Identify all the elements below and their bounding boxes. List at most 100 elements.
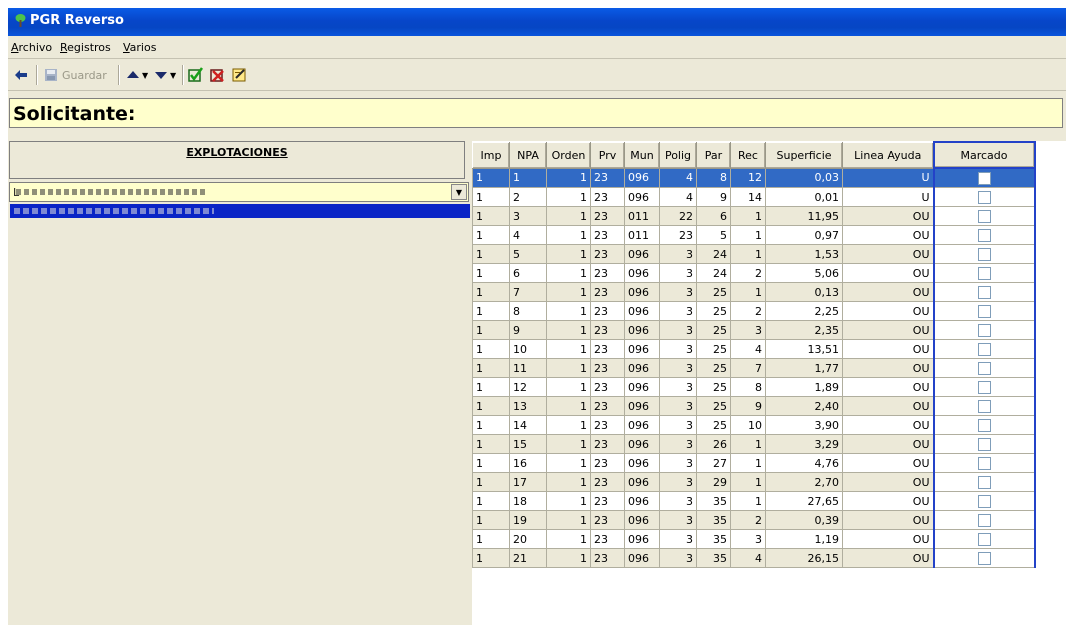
marcado-checkbox[interactable] (977, 456, 991, 470)
marcado-checkbox[interactable] (977, 437, 991, 451)
cell-linea-ayuda[interactable]: OU (842, 491, 934, 511)
cell-par[interactable]: 25 (696, 301, 731, 321)
cell-imp[interactable]: 1 (472, 263, 510, 283)
col-header-mun[interactable]: Mun (624, 141, 660, 169)
cell-polig[interactable]: 23 (659, 225, 697, 245)
cell-npa[interactable]: 20 (509, 529, 547, 549)
cell-prv[interactable]: 23 (590, 225, 625, 245)
cell-par[interactable]: 8 (696, 167, 731, 188)
table-row[interactable]: 1 10 1 23 096 3 25 4 13,51 OU (472, 339, 1036, 359)
cell-prv[interactable]: 23 (590, 415, 625, 435)
cell-superficie[interactable]: 0,97 (765, 225, 843, 245)
cell-marcado[interactable] (932, 396, 1036, 416)
cell-prv[interactable]: 23 (590, 301, 625, 321)
cell-imp[interactable]: 1 (472, 434, 510, 454)
cell-linea-ayuda[interactable]: OU (842, 206, 934, 226)
cell-marcado[interactable] (932, 434, 1036, 454)
cell-linea-ayuda[interactable]: OU (842, 529, 934, 549)
cell-linea-ayuda[interactable]: OU (842, 548, 934, 568)
cell-imp[interactable]: 1 (472, 301, 510, 321)
cell-imp[interactable]: 1 (472, 244, 510, 264)
cell-par[interactable]: 25 (696, 339, 731, 359)
cell-npa[interactable]: 8 (509, 301, 547, 321)
cell-prv[interactable]: 23 (590, 472, 625, 492)
cell-polig[interactable]: 3 (659, 244, 697, 264)
cell-prv[interactable]: 23 (590, 187, 625, 207)
cell-polig[interactable]: 3 (659, 377, 697, 397)
table-row[interactable]: 1 3 1 23 011 22 6 1 11,95 OU (472, 206, 1036, 226)
cell-mun[interactable]: 096 (624, 282, 660, 302)
cell-par[interactable]: 29 (696, 472, 731, 492)
cell-marcado[interactable] (932, 301, 1036, 321)
cell-orden[interactable]: 1 (546, 529, 591, 549)
cell-superficie[interactable]: 5,06 (765, 263, 843, 283)
col-header-npa[interactable]: NPA (509, 141, 547, 169)
cell-rec[interactable]: 3 (730, 529, 766, 549)
cell-linea-ayuda[interactable]: OU (842, 377, 934, 397)
cell-rec[interactable]: 10 (730, 415, 766, 435)
cell-superficie[interactable]: 13,51 (765, 339, 843, 359)
cell-orden[interactable]: 1 (546, 377, 591, 397)
cell-superficie[interactable]: 1,19 (765, 529, 843, 549)
cell-polig[interactable]: 3 (659, 320, 697, 340)
cell-par[interactable]: 25 (696, 320, 731, 340)
cell-rec[interactable]: 1 (730, 282, 766, 302)
cell-linea-ayuda[interactable]: OU (842, 320, 934, 340)
table-row[interactable]: 1 20 1 23 096 3 35 3 1,19 OU (472, 529, 1036, 549)
cell-prv[interactable]: 23 (590, 282, 625, 302)
cell-npa[interactable]: 2 (509, 187, 547, 207)
cell-orden[interactable]: 1 (546, 167, 591, 188)
marcado-checkbox[interactable] (977, 171, 991, 185)
cell-imp[interactable]: 1 (472, 358, 510, 378)
uncheck-button[interactable] (210, 65, 226, 85)
cell-linea-ayuda[interactable]: OU (842, 472, 934, 492)
check-button[interactable] (188, 65, 204, 85)
cell-npa[interactable]: 5 (509, 244, 547, 264)
table-row[interactable]: 1 4 1 23 011 23 5 1 0,97 OU (472, 225, 1036, 245)
table-row[interactable]: 1 2 1 23 096 4 9 14 0,01 U (472, 187, 1036, 207)
cell-par[interactable]: 24 (696, 244, 731, 264)
cell-mun[interactable]: 096 (624, 434, 660, 454)
cell-mun[interactable]: 096 (624, 167, 660, 188)
cell-prv[interactable]: 23 (590, 263, 625, 283)
cell-imp[interactable]: 1 (472, 415, 510, 435)
cell-prv[interactable]: 23 (590, 377, 625, 397)
cell-superficie[interactable]: 0,39 (765, 510, 843, 530)
cell-superficie[interactable]: 1,53 (765, 244, 843, 264)
marcado-checkbox[interactable] (977, 285, 991, 299)
cell-polig[interactable]: 3 (659, 358, 697, 378)
col-header-linea-ayuda[interactable]: Linea Ayuda (842, 141, 934, 169)
cell-imp[interactable]: 1 (472, 377, 510, 397)
cell-linea-ayuda[interactable]: OU (842, 263, 934, 283)
parcelas-grid[interactable]: Imp NPA Orden Prv Mun Polig Par Rec Supe… (472, 141, 1066, 625)
table-row[interactable]: 1 8 1 23 096 3 25 2 2,25 OU (472, 301, 1036, 321)
marcado-checkbox[interactable] (977, 266, 991, 280)
marcado-checkbox[interactable] (977, 494, 991, 508)
cell-par[interactable]: 25 (696, 415, 731, 435)
cell-linea-ayuda[interactable]: OU (842, 225, 934, 245)
cell-superficie[interactable]: 0,13 (765, 282, 843, 302)
cell-rec[interactable]: 12 (730, 167, 766, 188)
cell-par[interactable]: 27 (696, 453, 731, 473)
cell-par[interactable]: 25 (696, 377, 731, 397)
cell-prv[interactable]: 23 (590, 453, 625, 473)
cell-imp[interactable]: 1 (472, 167, 510, 188)
cell-par[interactable]: 35 (696, 529, 731, 549)
cell-par[interactable]: 35 (696, 510, 731, 530)
cell-rec[interactable]: 4 (730, 339, 766, 359)
cell-linea-ayuda[interactable]: OU (842, 415, 934, 435)
save-button[interactable]: Guardar (44, 65, 107, 85)
cell-orden[interactable]: 1 (546, 301, 591, 321)
cell-npa[interactable]: 16 (509, 453, 547, 473)
cell-npa[interactable]: 12 (509, 377, 547, 397)
table-row[interactable]: 1 21 1 23 096 3 35 4 26,15 OU (472, 548, 1036, 568)
cell-marcado[interactable] (932, 472, 1036, 492)
cell-mun[interactable]: 011 (624, 225, 660, 245)
cell-imp[interactable]: 1 (472, 453, 510, 473)
table-row[interactable]: 1 1 1 23 096 4 8 12 0,03 U (472, 167, 1036, 188)
cell-polig[interactable]: 3 (659, 301, 697, 321)
cell-rec[interactable]: 1 (730, 206, 766, 226)
cell-orden[interactable]: 1 (546, 453, 591, 473)
cell-linea-ayuda[interactable]: OU (842, 396, 934, 416)
cell-marcado[interactable] (932, 206, 1036, 226)
